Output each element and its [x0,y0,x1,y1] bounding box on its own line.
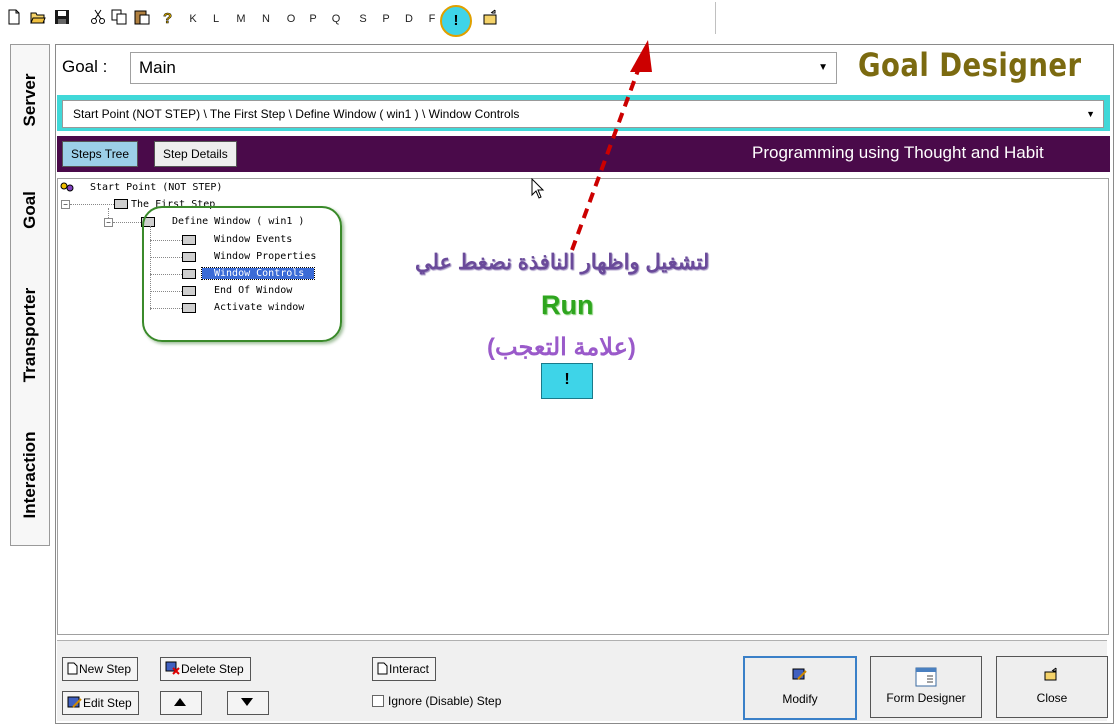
annotation-text: لتشغيل واظهار النافذة نضغط علي [415,251,710,274]
tab-goal-label: Goal [20,191,39,229]
toolbar: ? K L M N O P Q S P D F ! [0,0,1115,38]
tab-step-details[interactable]: Step Details [154,141,237,167]
new-step-label: New Step [79,662,132,676]
toolbar-d[interactable]: D [402,10,416,28]
start-point-icon [60,182,74,192]
edit-step-label: Edit Step [83,696,132,710]
tab-transporter-label: Transporter [20,287,39,383]
goal-value: Main [139,58,176,77]
close-button[interactable]: Close [996,656,1108,718]
modify-label: Modify [782,692,818,706]
ignore-step-label: Ignore (Disable) Step [388,694,502,708]
slogan: Programming using Thought and Habit [752,143,1044,162]
svg-text:?: ? [163,10,172,25]
close-window-icon [1044,667,1057,681]
annotation-paren: (علامة التعجب) [487,334,636,361]
toolbar-separator [715,2,716,34]
delete-step-button[interactable]: Delete Step [160,657,251,681]
app-brand: Goal Designer [858,46,1082,84]
paste-icon[interactable] [134,9,150,25]
arrow-up-icon [174,698,186,706]
cut-icon[interactable] [90,9,106,25]
edit-icon [67,696,82,708]
collapse-icon[interactable]: − [61,200,70,209]
delete-icon [165,661,180,675]
arrow-down-icon [241,698,253,706]
toolbar-p2[interactable]: P [379,10,393,28]
delete-step-label: Delete Step [181,662,244,676]
toolbar-m[interactable]: M [234,10,248,28]
interact-button[interactable]: Interact [372,657,437,681]
toolbar-p[interactable]: P [306,10,320,28]
form-icon [915,667,937,687]
chevron-down-icon: ▼ [818,62,828,73]
open-folder-icon[interactable] [30,9,46,25]
toolbar-o[interactable]: O [284,10,298,28]
tab-interaction-label: Interaction [20,431,39,519]
side-tab-strip: Server Goal Transporter Interaction [10,44,50,546]
copy-icon[interactable] [111,9,127,25]
close-label: Close [1036,691,1068,705]
tab-interaction[interactable]: Interaction [11,405,49,546]
goal-select[interactable]: Main ▼ [130,52,837,84]
tree-root[interactable]: Start Point (NOT STEP) [90,182,222,193]
form-designer-button[interactable]: Form Designer [870,656,982,718]
tab-transporter[interactable]: Transporter [11,265,49,406]
modify-button[interactable]: Modify [743,656,857,720]
run-exclamation-label: ! [453,12,459,29]
step-icon [114,199,128,209]
toolbar-s[interactable]: S [356,10,370,28]
new-step-button[interactable]: New Step [62,657,139,681]
tab-server-label: Server [20,73,39,127]
document-icon [377,662,388,675]
path-value: Start Point (NOT STEP) \ The First Step … [73,107,520,121]
save-icon[interactable] [54,9,70,25]
tab-steps-tree[interactable]: Steps Tree [62,141,139,167]
highlight-oval [142,206,342,342]
path-select[interactable]: Start Point (NOT STEP) \ The First Step … [62,100,1104,128]
toolbar-l[interactable]: L [209,10,223,28]
annotation-run-label: Run [541,290,594,320]
form-designer-label: Form Designer [886,691,966,705]
annotation-run-button-sample: ! [541,363,593,399]
help-icon[interactable]: ? [160,9,176,25]
ignore-step-checkbox[interactable] [372,695,384,707]
toolbar-n[interactable]: N [259,10,273,28]
toolbar-f[interactable]: F [425,10,439,28]
run-toolbar-button[interactable]: ! [440,5,472,37]
new-document-icon [67,662,78,675]
tab-goal[interactable]: Goal [11,155,49,266]
open-window-icon[interactable] [483,9,499,25]
chevron-down-icon: ▼ [1086,109,1095,119]
goal-label: Goal : [62,57,108,76]
toolbar-k[interactable]: K [186,10,200,28]
tab-server[interactable]: Server [11,45,49,156]
mouse-cursor-icon [531,178,545,199]
collapse-icon[interactable]: − [104,218,113,227]
move-up-button[interactable] [160,691,202,715]
edit-icon [792,668,807,680]
toolbar-q[interactable]: Q [329,10,343,28]
new-document-icon[interactable] [6,9,22,25]
edit-step-button[interactable]: Edit Step [62,691,139,715]
move-down-button[interactable] [227,691,269,715]
interact-label: Interact [389,662,430,676]
